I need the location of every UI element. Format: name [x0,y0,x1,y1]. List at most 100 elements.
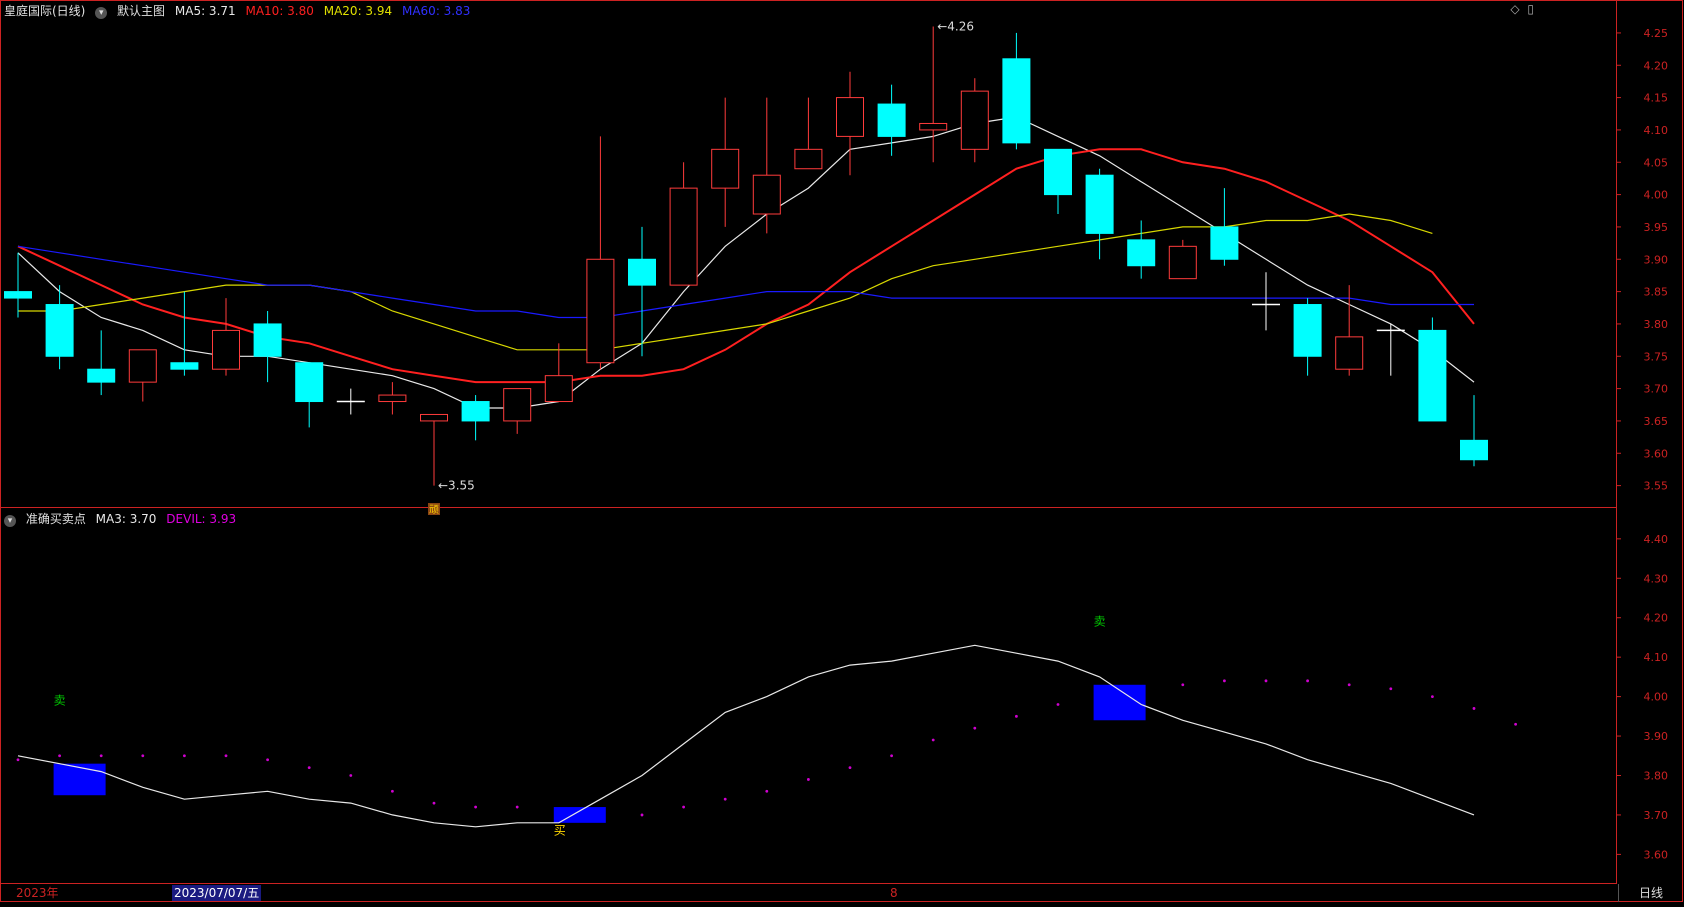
devil-dot [1056,703,1060,706]
price-tick-label: 4.15 [1644,92,1669,105]
candle-up [752,174,781,215]
price-annotation: ←4.26 [937,19,974,33]
sell-signal-label: 卖 [1094,615,1106,629]
indicator-tick-label: 4.40 [1644,533,1669,546]
candle-up [919,122,948,131]
price-tick-label: 3.90 [1644,253,1669,266]
indicator-tick-label: 3.70 [1644,809,1669,822]
candle-down [170,362,199,370]
devil-dot [224,754,228,758]
devil-dot [474,805,477,809]
candle-up [794,148,823,170]
period-selector[interactable]: 日线 [1618,884,1683,902]
candle-down [1460,439,1488,461]
ma5-value: MA5: 3.71 [174,4,236,18]
devil-dot [931,738,935,742]
devil-dot [640,813,644,817]
devil-dot [1181,683,1185,687]
devil-dot [973,726,977,730]
devil-dot [1015,714,1018,718]
price-tick-label: 3.60 [1644,447,1669,460]
candle-down [1002,58,1031,144]
price-tick-label: 4.25 [1644,27,1669,40]
devil-dot [1223,679,1226,683]
date-label-month: 8 [890,886,898,900]
candle-up [420,413,448,422]
devil-dot [16,758,20,762]
candle-up [128,349,157,383]
chart-template-label[interactable]: 默认主图 [117,4,165,18]
candle-up [586,258,615,364]
devil-dot [723,797,727,801]
devil-dot [266,758,269,762]
devil-dot [515,805,519,809]
buy-signal-box [553,807,606,823]
devil-dot [1347,683,1351,687]
candle-up [212,329,240,370]
indicator-title[interactable]: 准确买卖点 [26,512,86,526]
chart-stage[interactable]: 4.25 4.20 4.15 4.10 4.05 4.00 3.95 3.90 3.85 3.80… [0,0,1684,903]
candle-up [1335,336,1364,370]
stock-title[interactable]: 皇庭国际(日线) [4,4,85,18]
indicator-tick-label: 3.80 [1644,770,1669,783]
price-tick-label: 3.70 [1644,383,1669,396]
main-chart-header: 皇庭国际(日线) ▾ 默认主图 MA5: 3.71 MA10: 3.80 MA2… [4,2,476,20]
indicator-header: ▾ 准确买卖点 MA3: 3.70 DEVIL: 3.93 [4,510,242,528]
expand-icon[interactable]: ▯ [1527,2,1534,16]
candle-up [378,394,407,403]
candle-down [4,291,32,299]
price-annotation: ←3.55 [438,479,475,493]
candle-down [295,362,324,403]
candle-down [461,401,490,422]
sell-signal-box [53,763,106,796]
candle-down [1127,239,1156,267]
candle-down [253,323,282,357]
diamond-icon[interactable]: ◇ [1510,2,1519,16]
chevron-down-icon[interactable]: ▾ [4,515,16,527]
date-label-cursor: 2023/07/07/五 [172,885,262,901]
ma20-value: MA20: 3.94 [323,4,393,18]
candle-down [1418,329,1447,422]
indicator-tick-label: 4.30 [1644,572,1669,585]
indicator-tick-label: 4.00 [1644,691,1669,704]
indicator-tick-label: 4.20 [1644,612,1669,625]
chart-canvas[interactable]: 4.25 4.20 4.15 4.10 4.05 4.00 3.95 3.90 3.85 3.80… [0,0,1684,903]
devil-dot [682,805,685,809]
price-tick-label: 3.95 [1644,221,1669,234]
devil-dot [349,774,353,777]
indicator-tick-label: 3.60 [1644,848,1669,861]
chart-controls: ◇ ▯ [1510,2,1534,16]
chevron-down-icon[interactable]: ▾ [95,7,108,19]
devil-value: DEVIL: 3.93 [166,512,237,526]
candle-up [1168,245,1197,280]
ma3-line [17,644,1475,828]
candle-down [1210,226,1239,260]
devil-dot [807,778,810,781]
ma60-value: MA60: 3.83 [401,4,471,18]
price-tick-label: 4.20 [1644,59,1669,72]
candle-up [544,375,573,403]
devil-dot [1514,722,1517,726]
date-label-year: 2023年 [16,886,59,900]
devil-dot [99,754,103,758]
devil-dot [391,789,394,793]
devil-dot [765,789,769,793]
candle-down [877,103,906,137]
devil-dot [1306,679,1309,683]
candle-up [711,148,740,189]
date-axis[interactable]: 2023年 2023/07/07/五 8 [0,884,1616,902]
devil-dot [1264,679,1268,683]
candle-up [503,388,532,422]
low-marker-text: 顽 [429,504,439,516]
candle-down [87,368,116,383]
price-tick-label: 3.80 [1644,318,1669,331]
candle-down [1085,174,1114,234]
devil-dot [183,754,186,758]
devil-dot [141,754,145,758]
devil-dot [307,766,311,770]
devil-dot [1389,687,1393,691]
devil-dot [58,754,61,758]
candle-up [960,90,989,150]
price-tick-label: 4.05 [1644,156,1669,169]
indicator-tick-label: 4.10 [1644,651,1669,664]
